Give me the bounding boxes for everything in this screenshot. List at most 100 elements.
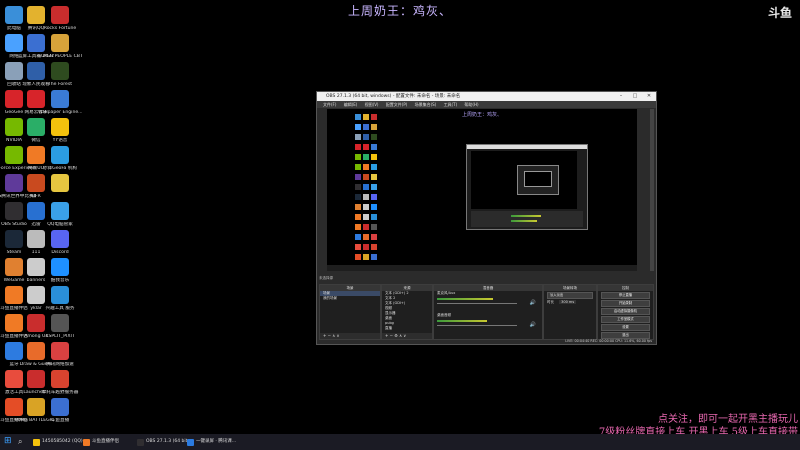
obs-preview-canvas[interactable]: 上周奶王：鸡灰、 <box>327 109 637 271</box>
preview-mini-icon <box>363 214 369 220</box>
app-icon <box>51 370 69 388</box>
desktop-icon[interactable]: 兴趣工具 服务 <box>38 286 82 311</box>
scene-item[interactable]: 我的场景 <box>320 296 380 301</box>
preview-mini-icon <box>371 124 377 130</box>
mixer-track-label: 桌面音频 <box>437 313 451 317</box>
minimize-icon[interactable]: – <box>614 92 628 101</box>
desktop-icon[interactable]: Wallpaper Engine... <box>38 90 82 115</box>
virtual-camera-button[interactable]: 启动虚拟摄像机 <box>601 308 650 315</box>
transition-type-select[interactable]: 淡入淡出 <box>547 292 593 299</box>
app-icon <box>51 342 69 360</box>
preview-scrollbar[interactable] <box>650 109 654 271</box>
speaker-icon[interactable]: 🔊 <box>530 300 536 306</box>
desktop-icon-label: Wallpaper Engine... <box>38 110 82 115</box>
desktop-icon[interactable]: Discord <box>38 230 82 255</box>
preview-mini-icon <box>371 184 377 190</box>
desktop-icon[interactable]: QQ电脑管家 <box>38 202 82 227</box>
desktop-icon-label: SUPER PEOPLE CBT <box>38 54 82 59</box>
obs-titlebar[interactable]: OBS 27.1.3 (64 bit, windows) - 配置文件: 未命名… <box>317 92 656 101</box>
speaker-icon[interactable]: 🔊 <box>530 322 536 328</box>
volume-slider[interactable] <box>437 325 517 326</box>
preview-desktop-icons <box>355 114 379 266</box>
menu-help[interactable]: 帮助(H) <box>464 102 478 107</box>
desktop-icon[interactable]: 摩托车越野服务器 <box>38 370 82 395</box>
source-item[interactable]: 直播 <box>382 326 432 331</box>
desktop-icon-label: 兴趣工具 服务 <box>45 306 75 311</box>
app-icon <box>51 6 69 24</box>
obs-dock-area: 未选择源 场景 场景 我的场景 + − ∧ ∨ 来源 文本 (GDI+) 2 文本… <box>317 276 656 344</box>
preview-mini-icon <box>371 194 377 200</box>
preview-mini-icon <box>371 164 377 170</box>
preview-mini-icon <box>371 254 377 260</box>
desktop-icon[interactable]: 腾讯网络加速 <box>38 342 82 367</box>
obs-status-bar: LIVE: 00:04:40 REC: 00:00:00 CPU: 11.6%,… <box>565 339 652 343</box>
preview-mini-icon <box>363 164 369 170</box>
windows-start-icon[interactable]: ⊞ <box>4 437 13 446</box>
taskbar-app-label: 1450585042 (QQ) <box>42 439 83 444</box>
preview-mini-icon <box>355 194 361 200</box>
desktop-icon[interactable]: SUPER PEOPLE CBT <box>38 34 82 59</box>
obs-window[interactable]: OBS 27.1.3 (64 bit, windows) - 配置文件: 未命名… <box>316 91 657 345</box>
preview-taskbar <box>327 265 637 271</box>
mixer-track: 桌面音频 🔊 <box>434 313 542 335</box>
desktop-icon[interactable]: Rocks Fortune <box>38 6 82 31</box>
preview-mini-icon <box>355 124 361 130</box>
desktop-icon-label: YY语音 <box>52 138 68 143</box>
desktop-icon[interactable]: YY语音 <box>38 118 82 143</box>
start-recording-button[interactable]: 开始录制 <box>601 300 650 307</box>
nested-docks <box>471 211 583 227</box>
taskbar-app-icon <box>187 439 194 446</box>
taskbar-app-button[interactable]: 斗鱼直播伴侣 <box>82 436 119 448</box>
taskbar-app-label: 一键录屏 · 腾讯课... <box>196 439 237 444</box>
audio-mixer-dock: 混音器 麦克风/Aux 🔊 桌面音频 🔊 <box>433 284 543 340</box>
preview-mini-icon <box>355 224 361 230</box>
app-icon <box>51 174 69 192</box>
preview-mini-icon <box>355 114 361 120</box>
taskbar-app-button[interactable]: OBS 27.1.3 (64 bit,... <box>136 436 193 448</box>
taskbar-app-icon <box>33 439 40 446</box>
taskbar-app-button[interactable]: 1450585042 (QQ) <box>32 436 83 448</box>
exit-button[interactable]: 退出 <box>601 332 650 339</box>
desktop-icon[interactable]: The Forest <box>38 62 82 87</box>
settings-button[interactable]: 设置 <box>601 324 650 331</box>
desktop-icon[interactable] <box>38 174 82 194</box>
preview-mini-icon <box>355 184 361 190</box>
menu-file[interactable]: 文件(F) <box>323 102 336 107</box>
preview-mini-icon <box>371 154 377 160</box>
preview-mini-icon <box>371 244 377 250</box>
preview-mini-icon <box>363 154 369 160</box>
menu-profile[interactable]: 配置文件(P) <box>386 102 408 107</box>
menu-edit[interactable]: 编辑(E) <box>344 102 358 107</box>
menu-scene-collection[interactable]: 场景集合(S) <box>415 102 437 107</box>
menu-tools[interactable]: 工具(T) <box>444 102 458 107</box>
desktop-icon-label: The Forest <box>47 82 73 87</box>
desktop-icon[interactable]: 酷我音乐 <box>38 258 82 283</box>
duration-input[interactable]: 300 ms <box>559 300 577 304</box>
taskbar-app-button[interactable]: 一键录屏 · 腾讯课... <box>186 436 236 448</box>
preview-mini-icon <box>355 204 361 210</box>
preview-mini-icon <box>355 234 361 240</box>
volume-slider[interactable] <box>437 303 517 304</box>
preview-mini-icon <box>363 174 369 180</box>
desktop-icon-label: GFR <box>31 194 41 199</box>
desktop-icon[interactable]: 赤锋GeoFa 机构 <box>38 146 82 171</box>
app-icon <box>51 398 69 416</box>
volume-meter <box>437 320 487 322</box>
stop-streaming-button[interactable]: 停止直播 <box>601 292 650 299</box>
controls-dock-title: 控制 <box>598 285 653 291</box>
maximize-icon[interactable]: □ <box>628 92 642 101</box>
search-icon[interactable]: ⌕ <box>18 437 27 446</box>
transitions-dock: 场景转场 淡入淡出 时长 300 ms <box>543 284 597 340</box>
desktop-icon[interactable]: XSPLIT_PIXIT <box>38 314 82 339</box>
transition-duration: 时长 300 ms <box>544 300 596 305</box>
studio-mode-button[interactable]: 工作室模式 <box>601 316 650 323</box>
app-icon <box>51 34 69 52</box>
preview-mini-icon <box>363 184 369 190</box>
preview-mini-icon <box>363 124 369 130</box>
controls-dock: 控制 停止直播 开始录制 启动虚拟摄像机 工作室模式 设置 退出 <box>597 284 654 340</box>
menu-view[interactable]: 视图(V) <box>365 102 379 107</box>
close-icon[interactable]: ✕ <box>642 92 656 101</box>
mixer-track: 麦克风/Aux 🔊 <box>434 291 542 313</box>
scenes-dock: 场景 场景 我的场景 + − ∧ ∨ <box>319 284 381 340</box>
desktop-icon[interactable]: 斗鱼直播 <box>38 398 82 423</box>
